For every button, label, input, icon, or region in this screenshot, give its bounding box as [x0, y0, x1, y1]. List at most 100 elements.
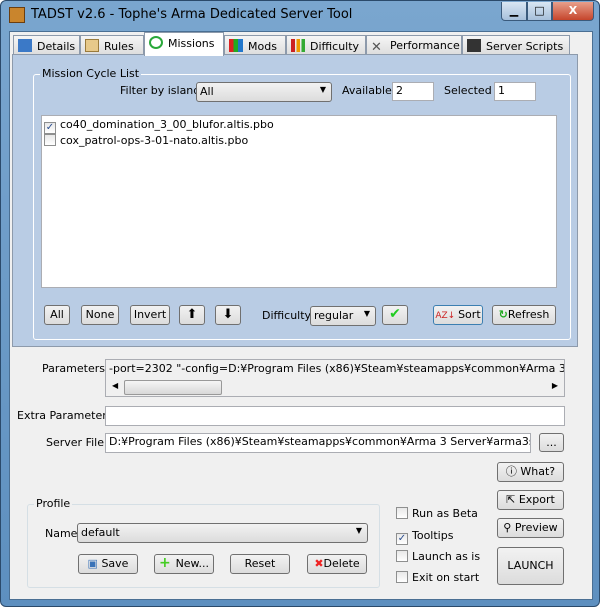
option-label: Tooltips — [412, 529, 454, 542]
magnifier-icon: ⚲ — [503, 521, 515, 534]
parameters-label: Parameters — [42, 362, 105, 375]
console-icon — [467, 39, 481, 52]
select-all-button[interactable]: All — [44, 305, 70, 325]
chevron-down-icon: ▼ — [319, 85, 326, 94]
profile-name-label: Name — [45, 527, 78, 540]
button-label: Export — [518, 493, 555, 506]
computer-icon — [18, 39, 32, 52]
checkbox[interactable] — [396, 550, 408, 562]
main-window: TADST v2.6 - Tophe's Arma Dedicated Serv… — [0, 0, 600, 607]
invert-button[interactable]: Invert — [130, 305, 170, 325]
checkmark-icon: ✔ — [389, 306, 401, 322]
selected-field[interactable]: 1 — [494, 82, 536, 101]
plus-icon: + — [158, 555, 176, 571]
button-label: Delete — [323, 557, 360, 570]
minimize-button[interactable]: ▁ — [501, 2, 527, 21]
apply-difficulty-button[interactable]: ✔ — [382, 305, 408, 325]
button-label: Refresh — [507, 308, 550, 321]
tab-server-scripts[interactable]: Server Scripts — [462, 35, 570, 55]
island-filter-select[interactable]: All ▼ — [196, 82, 332, 102]
window-title: TADST v2.6 - Tophe's Arma Dedicated Serv… — [31, 7, 353, 22]
browse-button[interactable]: ... — [539, 433, 564, 452]
move-up-button[interactable]: ⬆ — [179, 305, 205, 325]
button-label: Sort — [458, 308, 481, 321]
group-label: Profile — [34, 497, 73, 510]
option-exit-on-start[interactable]: Exit on start — [396, 571, 479, 584]
server-file-label: Server File — [46, 436, 104, 449]
scrollbar-thumb[interactable] — [124, 380, 222, 395]
select-value: default — [81, 526, 120, 539]
available-label: Available — [342, 84, 392, 97]
tab-mods[interactable]: Mods — [224, 35, 286, 55]
tab-performance[interactable]: ✕ Performance — [366, 35, 462, 55]
difficulty-select[interactable]: regular ▼ — [310, 306, 376, 326]
checkbox[interactable]: ✓ — [396, 533, 408, 545]
server-file-field[interactable]: D:¥Program Files (x86)¥Steam¥steamapps¥c… — [105, 433, 531, 453]
info-icon: ⓘ — [505, 465, 521, 478]
checkbox[interactable] — [44, 134, 56, 146]
new-button[interactable]: + New... — [154, 554, 214, 574]
tab-difficulty[interactable]: Difficulty — [286, 35, 366, 55]
list-item[interactable]: ✓ co40_domination_3_00_blufor.altis.pbo — [44, 118, 554, 134]
option-label: Run as Beta — [412, 507, 478, 520]
mission-list[interactable]: ✓ co40_domination_3_00_blufor.altis.pbo c… — [41, 115, 557, 288]
chevron-down-icon: ▼ — [363, 309, 370, 318]
profile-group: Profile Name default ▼ ▣ Save + New... Re… — [27, 497, 380, 588]
tab-label: Rules — [104, 40, 134, 53]
tab-rules[interactable]: Rules — [80, 35, 144, 55]
selected-label: Selected — [444, 84, 492, 97]
tab-label: Server Scripts — [486, 40, 564, 53]
scroll-right-icon: ▶ — [551, 381, 558, 390]
maximize-button[interactable]: □ — [527, 2, 552, 21]
export-icon: ⇱ — [506, 493, 519, 506]
tab-missions[interactable]: Missions — [144, 32, 224, 56]
move-down-button[interactable]: ⬇ — [215, 305, 241, 325]
mission-cycle-group: Mission Cycle List Filter by island All ▼… — [33, 67, 571, 340]
delete-button[interactable]: ✖Delete — [307, 554, 367, 574]
select-none-button[interactable]: None — [81, 305, 119, 325]
bar-chart-icon — [291, 39, 305, 52]
tab-details[interactable]: Details — [13, 35, 80, 55]
what-button[interactable]: ⓘ What? — [497, 462, 564, 482]
export-button[interactable]: ⇱ Export — [497, 490, 564, 510]
available-field[interactable]: 2 — [392, 82, 434, 101]
profile-name-select[interactable]: default ▼ — [77, 523, 368, 543]
sort-button[interactable]: AZ↓ Sort — [433, 305, 483, 325]
floppy-disk-icon: ▣ — [87, 557, 102, 570]
tab-label: Missions — [168, 37, 215, 50]
button-label: Save — [101, 557, 129, 570]
preview-button[interactable]: ⚲ Preview — [497, 518, 564, 538]
save-button[interactable]: ▣ Save — [78, 554, 138, 574]
select-value: regular — [314, 309, 354, 322]
client-area: Details Rules Missions Mods Difficulty ✕… — [9, 31, 593, 600]
select-value: All — [200, 85, 214, 98]
refresh-button[interactable]: ↻Refresh — [492, 305, 556, 325]
option-label: Exit on start — [412, 571, 480, 584]
tools-icon: ✕ — [371, 40, 382, 55]
tab-label: Difficulty — [310, 40, 360, 53]
reset-button[interactable]: Reset — [230, 554, 290, 574]
checkbox[interactable] — [396, 507, 408, 519]
close-button[interactable]: X — [552, 2, 594, 21]
list-item[interactable]: cox_patrol-ops-3-01-nato.altis.pbo — [44, 134, 554, 147]
launch-button[interactable]: LAUNCH — [497, 547, 564, 585]
horizontal-scrollbar[interactable]: ◀ ▶ — [106, 379, 564, 396]
mission-name: cox_patrol-ops-3-01-nato.altis.pbo — [60, 134, 249, 147]
option-launch-as-is[interactable]: Launch as is — [396, 550, 480, 563]
filter-label: Filter by island — [120, 84, 201, 97]
clipboard-icon — [85, 39, 99, 52]
chevron-down-icon: ▼ — [355, 526, 362, 535]
arrow-up-icon: ⬆ — [186, 307, 198, 322]
tab-label: Mods — [248, 40, 277, 53]
option-run-as-beta[interactable]: Run as Beta — [396, 507, 478, 520]
checkbox[interactable] — [396, 571, 408, 583]
button-label: Preview — [514, 521, 558, 534]
button-label: What? — [520, 465, 556, 478]
missions-panel: Mission Cycle List Filter by island All ▼… — [12, 54, 578, 347]
checkbox[interactable]: ✓ — [44, 122, 56, 134]
delete-x-icon: ✖ — [314, 557, 324, 570]
parameters-field[interactable]: -port=2302 "-config=D:¥Program Files (x8… — [105, 359, 565, 397]
group-label: Mission Cycle List — [40, 67, 142, 80]
extra-parameters-field[interactable] — [105, 406, 565, 426]
option-tooltips[interactable]: ✓ Tooltips — [396, 529, 453, 545]
